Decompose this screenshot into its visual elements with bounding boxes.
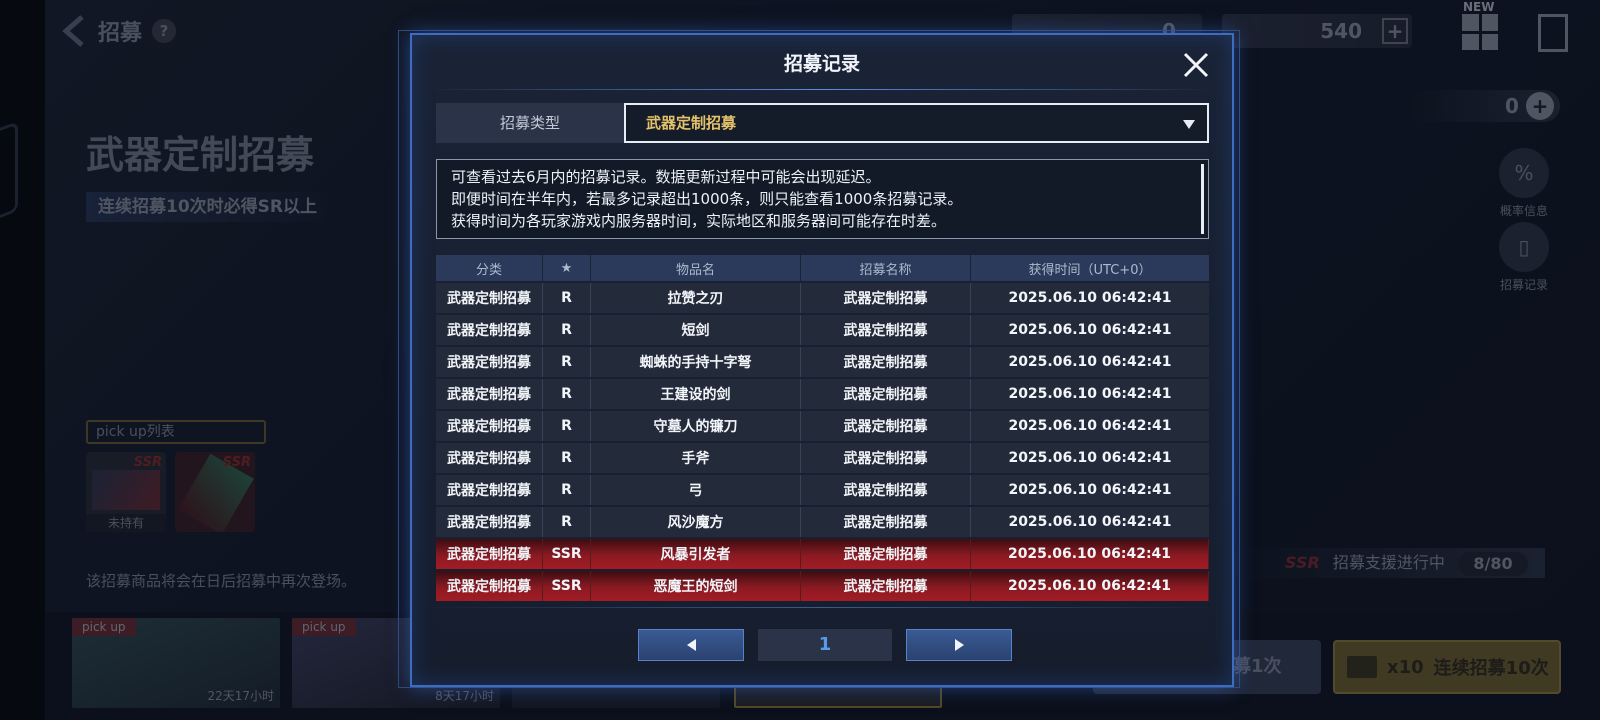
cell-rarity: R [543,507,591,537]
recruit-type-row: 招募类型 武器定制招募 [436,103,1209,143]
close-icon [1183,52,1209,78]
cell-category: 武器定制招募 [436,347,543,377]
cell-item: 手斧 [591,443,801,473]
current-page: 1 [758,629,892,661]
info-line: 即便时间在半年内，若最多记录超出1000条，则只能查看1000条招募记录。 [451,190,963,208]
cell-time: 2025.06.10 06:42:41 [971,571,1209,601]
recruit-type-value: 武器定制招募 [646,114,737,132]
cell-rarity: R [543,411,591,441]
cell-pool: 武器定制招募 [801,571,971,601]
cell-item: 风暴引发者 [591,539,801,569]
cell-category: 武器定制招募 [436,379,543,409]
cell-category: 武器定制招募 [436,443,543,473]
cell-item: 守墓人的镰刀 [591,411,801,441]
cell-item: 弓 [591,475,801,505]
next-page-button[interactable] [906,629,1012,661]
table-row: 武器定制招募 R 拉赞之刃 武器定制招募 2025.06.10 06:42:41 [436,283,1209,313]
table-row-ssr: 武器定制招募 SSR 恶魔王的短剑 武器定制招募 2025.06.10 06:4… [436,571,1209,601]
recruit-type-dropdown[interactable]: 武器定制招募 [624,103,1209,143]
column-header-time: 获得时间（UTC+0） [971,255,1209,281]
record-info-box: 可查看过去6月内的招募记录。数据更新过程中可能会出现延迟。 即便时间在半年内，若… [436,159,1209,239]
cell-time: 2025.06.10 06:42:41 [971,443,1209,473]
title-divider [426,89,1218,90]
cell-category: 武器定制招募 [436,315,543,345]
cell-rarity: R [543,283,591,313]
column-header-category: 分类 [436,255,543,281]
cell-item: 恶魔王的短剑 [591,571,801,601]
cell-pool: 武器定制招募 [801,283,971,313]
pager-divider [426,607,1218,608]
cell-pool: 武器定制招募 [801,347,971,377]
cell-time: 2025.06.10 06:42:41 [971,283,1209,313]
table-row: 武器定制招募 R 手斧 武器定制招募 2025.06.10 06:42:41 [436,443,1209,473]
column-header-item: 物品名 [591,255,801,281]
table-row: 武器定制招募 R 风沙魔方 武器定制招募 2025.06.10 06:42:41 [436,507,1209,537]
triangle-left-icon [686,639,696,651]
prev-page-button[interactable] [638,629,744,661]
cell-item: 蜘蛛的手持十字弩 [591,347,801,377]
cell-item: 短剑 [591,315,801,345]
triangle-right-icon [954,639,964,651]
cell-item: 风沙魔方 [591,507,801,537]
table-row-ssr: 武器定制招募 SSR 风暴引发者 武器定制招募 2025.06.10 06:42… [436,539,1209,569]
cell-time: 2025.06.10 06:42:41 [971,315,1209,345]
cell-time: 2025.06.10 06:42:41 [971,475,1209,505]
cell-item: 王建设的剑 [591,379,801,409]
column-header-pool: 招募名称 [801,255,971,281]
cell-rarity: SSR [543,571,591,601]
cell-rarity: R [543,379,591,409]
cell-pool: 武器定制招募 [801,443,971,473]
cell-rarity: R [543,475,591,505]
cell-rarity: R [543,315,591,345]
cell-category: 武器定制招募 [436,507,543,537]
cell-category: 武器定制招募 [436,411,543,441]
info-line: 可查看过去6月内的招募记录。数据更新过程中可能会出现延迟。 [451,168,881,186]
cell-rarity: R [543,443,591,473]
cell-category: 武器定制招募 [436,571,543,601]
table-row: 武器定制招募 R 守墓人的镰刀 武器定制招募 2025.06.10 06:42:… [436,411,1209,441]
cell-pool: 武器定制招募 [801,411,971,441]
cell-rarity: R [543,347,591,377]
recruit-type-label: 招募类型 [436,103,624,143]
cell-pool: 武器定制招募 [801,379,971,409]
cell-pool: 武器定制招募 [801,539,971,569]
cell-time: 2025.06.10 06:42:41 [971,347,1209,377]
dialog-title: 招募记录 [783,53,860,75]
cell-time: 2025.06.10 06:42:41 [971,411,1209,441]
cell-pool: 武器定制招募 [801,315,971,345]
cell-category: 武器定制招募 [436,539,543,569]
table-row: 武器定制招募 R 短剑 武器定制招募 2025.06.10 06:42:41 [436,315,1209,345]
table-row: 武器定制招募 R 王建设的剑 武器定制招募 2025.06.10 06:42:4… [436,379,1209,409]
cell-pool: 武器定制招募 [801,507,971,537]
cell-category: 武器定制招募 [436,475,543,505]
records-table: 分类 ★ 物品名 招募名称 获得时间（UTC+0） 武器定制招募 R 拉赞之刃 … [436,253,1209,603]
table-row: 武器定制招募 R 弓 武器定制招募 2025.06.10 06:42:41 [436,475,1209,505]
cell-item: 拉赞之刃 [591,283,801,313]
recruit-record-dialog: 招募记录 招募类型 武器定制招募 可查看过去6月内的招募记录。数据更新过程中可能… [410,33,1234,687]
table-header: 分类 ★ 物品名 招募名称 获得时间（UTC+0） [436,255,1209,281]
cell-time: 2025.06.10 06:42:41 [971,507,1209,537]
column-header-rarity: ★ [543,255,591,281]
table-row: 武器定制招募 R 蜘蛛的手持十字弩 武器定制招募 2025.06.10 06:4… [436,347,1209,377]
close-button[interactable] [1180,49,1212,81]
cell-pool: 武器定制招募 [801,475,971,505]
dropdown-caret-icon [1183,120,1195,129]
cell-category: 武器定制招募 [436,283,543,313]
cell-rarity: SSR [543,539,591,569]
info-line: 获得时间为各玩家游戏内服务器时间，实际地区和服务器间可能存在时差。 [451,212,947,230]
cell-time: 2025.06.10 06:42:41 [971,379,1209,409]
cell-time: 2025.06.10 06:42:41 [971,539,1209,569]
info-scrollbar[interactable] [1201,164,1204,234]
